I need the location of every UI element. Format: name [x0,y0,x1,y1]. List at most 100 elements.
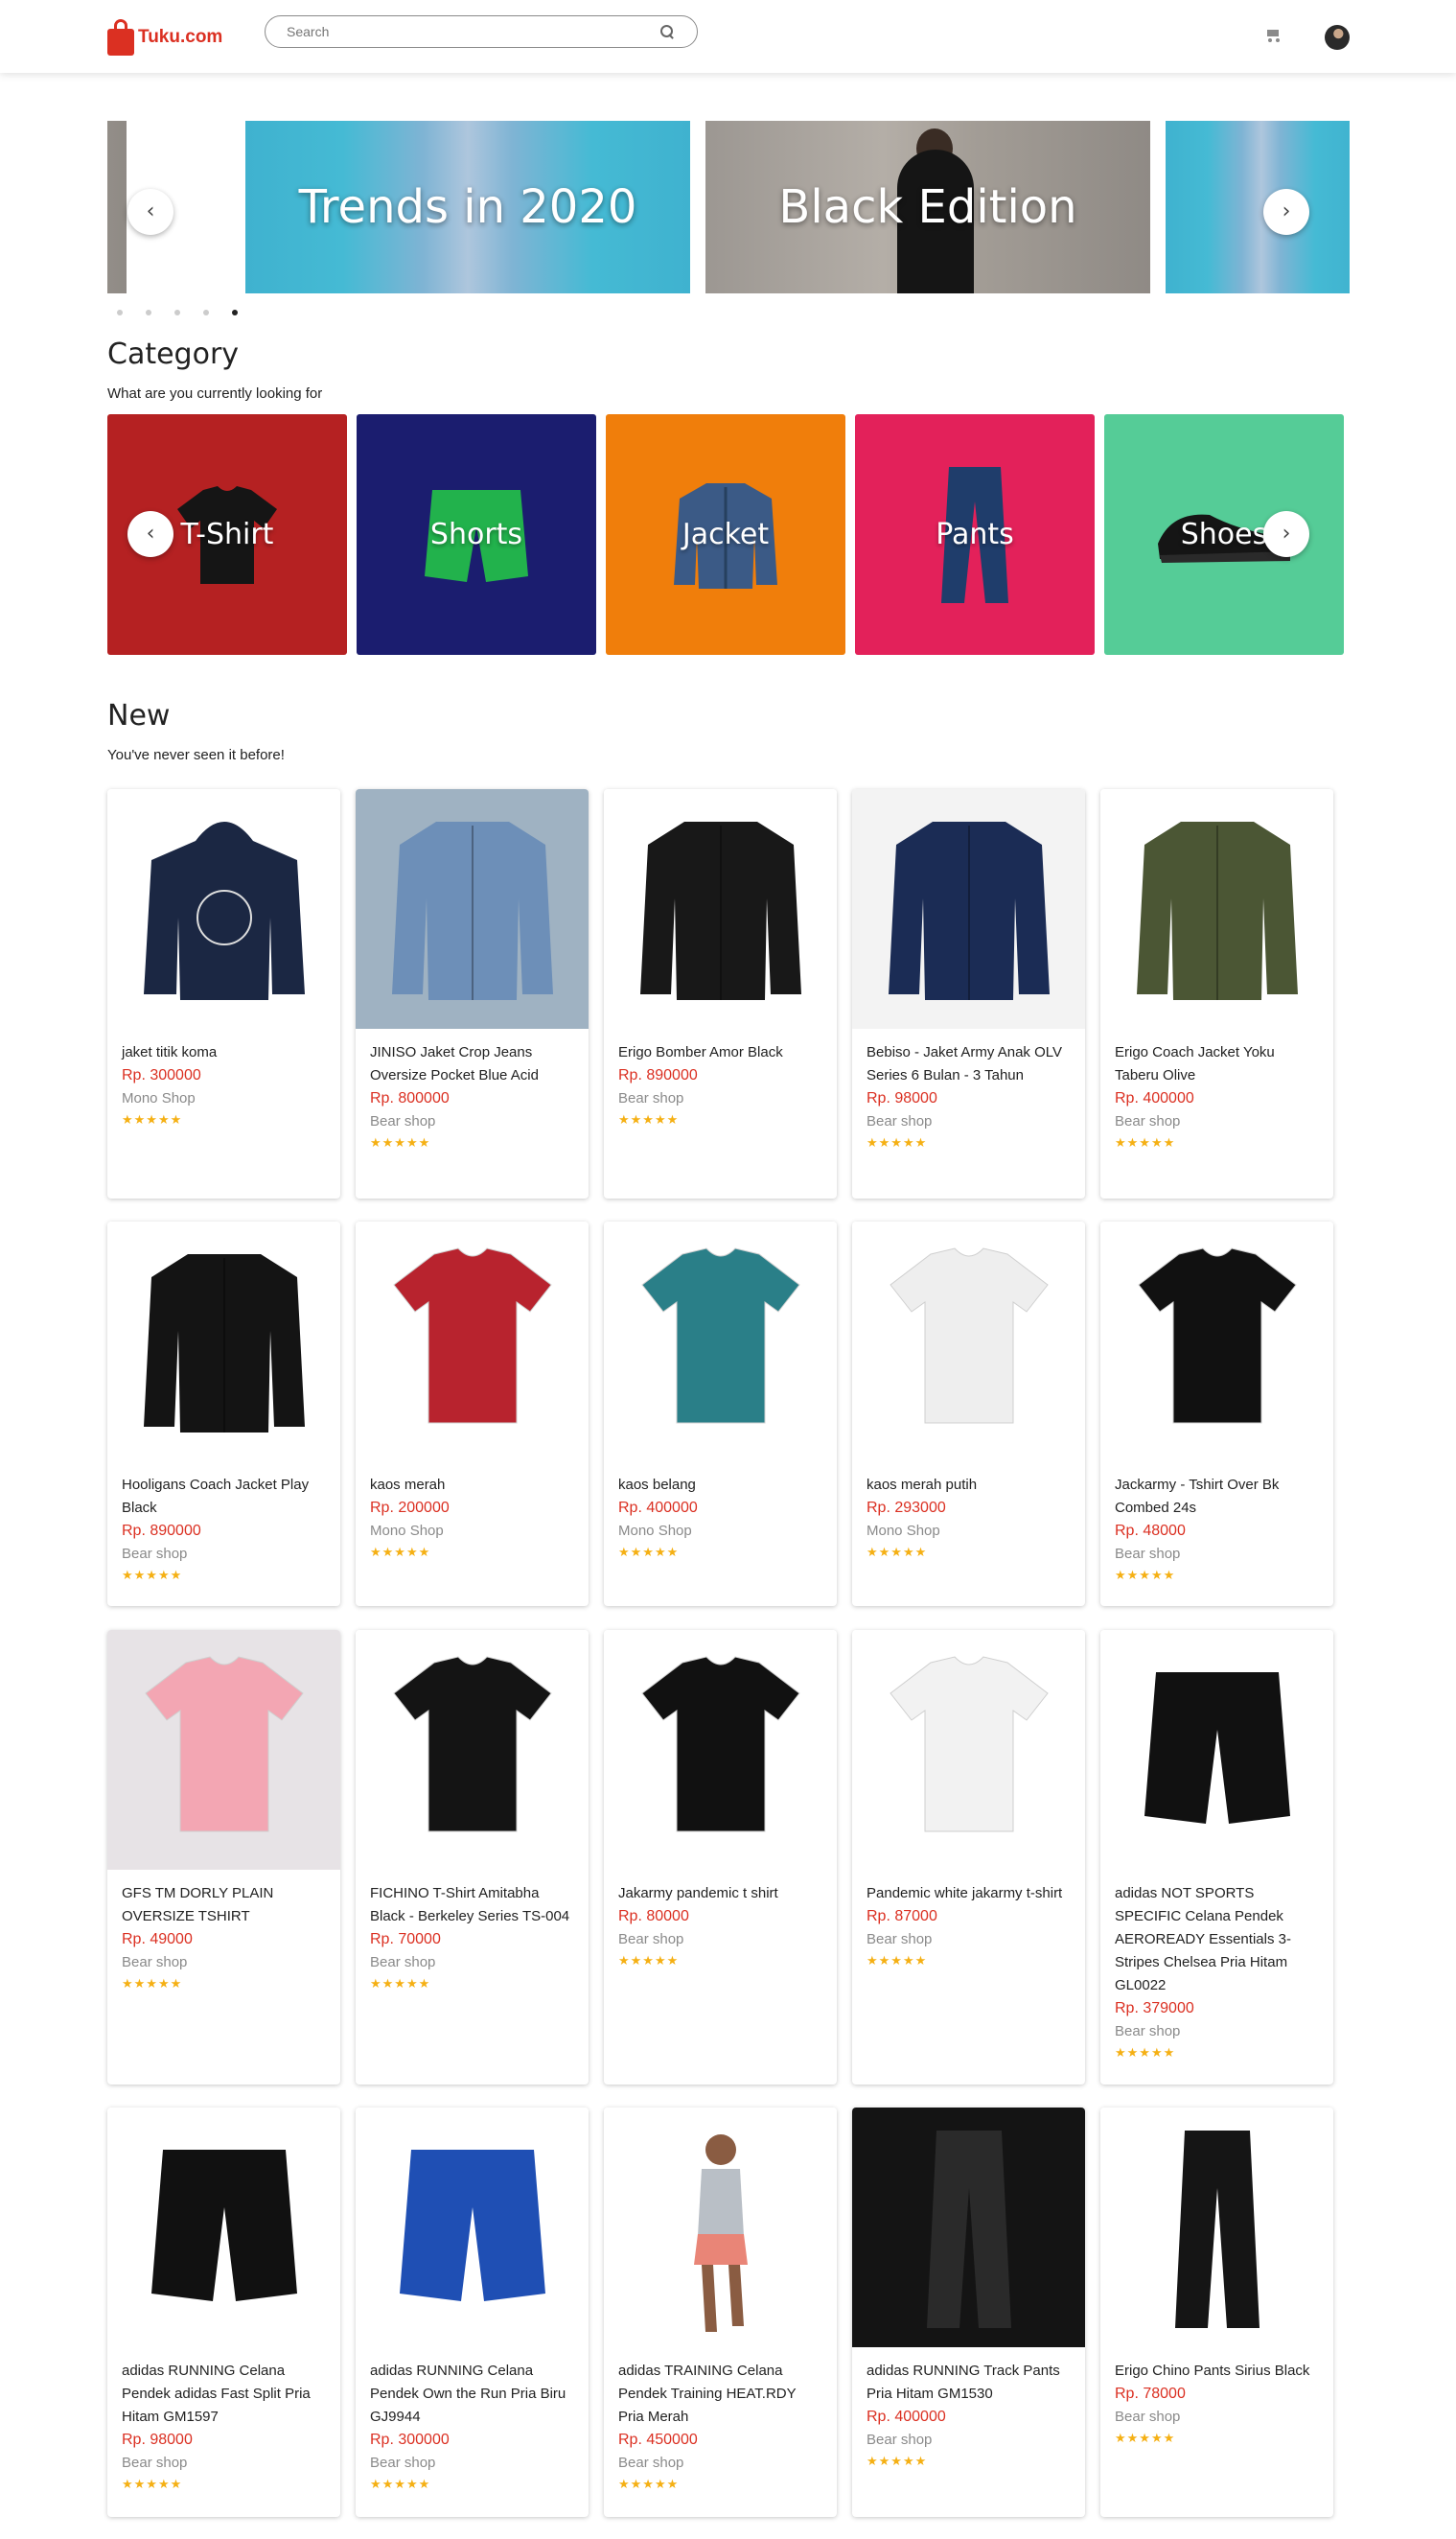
product-image[interactable] [852,1222,1085,1461]
product-card[interactable]: kaos merah putih Rp. 293000 Mono Shop ★★… [852,1222,1085,1606]
category-card-pants[interactable]: Pants [855,414,1095,655]
product-image[interactable] [1100,2108,1333,2347]
product-seller: Bear shop [867,1113,933,1130]
product-price: Rp. 400000 [618,1500,698,1516]
product-name[interactable]: adidas RUNNING Track Pants Pria Hitam GM… [867,2360,1071,2406]
new-title: New [107,699,171,733]
product-seller: Bear shop [867,1931,933,1947]
product-image[interactable] [604,1222,837,1461]
product-image[interactable] [356,789,589,1029]
product-name[interactable]: kaos belang [618,1474,822,1497]
product-image[interactable] [852,1630,1085,1870]
product-name[interactable]: JINISO Jaket Crop Jeans Oversize Pocket … [370,1041,574,1087]
product-card[interactable]: Pandemic white jakarmy t-shirt Rp. 87000… [852,1630,1085,2085]
logo[interactable]: Tuku.com [107,19,222,56]
product-price: Rp. 78000 [1115,2386,1186,2402]
product-seller: Mono Shop [122,1090,196,1106]
product-image[interactable] [1100,1630,1333,1870]
rating-stars-icon: ★★★★★ [867,1545,928,1559]
product-image[interactable] [604,789,837,1029]
product-card[interactable]: Erigo Chino Pants Sirius Black Rp. 78000… [1100,2108,1333,2517]
product-name[interactable]: kaos merah putih [867,1474,1071,1497]
product-card[interactable]: adidas TRAINING Celana Pendek Training H… [604,2108,837,2517]
carousel-next-button[interactable]: › [1263,189,1309,235]
product-name[interactable]: jaket titik koma [122,1041,326,1064]
carousel-dot-active[interactable] [232,310,238,315]
product-card[interactable]: GFS TM DORLY PLAIN OVERSIZE TSHIRT Rp. 4… [107,1630,340,2085]
product-name[interactable]: GFS TM DORLY PLAIN OVERSIZE TSHIRT [122,1882,326,1928]
category-next-button[interactable]: › [1263,511,1309,557]
product-image[interactable] [852,2108,1085,2347]
product-card[interactable]: adidas RUNNING Celana Pendek adidas Fast… [107,2108,340,2517]
product-name[interactable]: adidas RUNNING Celana Pendek Own the Run… [370,2360,574,2429]
carousel-slide-partial[interactable] [107,121,127,293]
product-image[interactable] [356,1222,589,1461]
product-card[interactable]: FICHINO T-Shirt Amitabha Black - Berkele… [356,1630,589,2085]
product-name[interactable]: Hooligans Coach Jacket Play Black [122,1474,326,1520]
product-name[interactable]: FICHINO T-Shirt Amitabha Black - Berkele… [370,1882,574,1928]
product-seller: Mono Shop [618,1523,692,1539]
product-image[interactable] [107,2108,340,2347]
carousel-dot[interactable] [146,310,151,315]
chevron-left-icon: ‹ [146,522,155,546]
carousel-slide[interactable]: Black Edition [705,121,1150,293]
rating-stars-icon: ★★★★★ [370,1976,431,1991]
search-input[interactable] [287,24,659,39]
product-name[interactable]: adidas NOT SPORTS SPECIFIC Celana Pendek… [1115,1882,1319,1997]
product-name[interactable]: Erigo Coach Jacket Yoku Taberu Olive [1115,1041,1319,1087]
product-card[interactable]: kaos belang Rp. 400000 Mono Shop ★★★★★ [604,1222,837,1606]
cart-icon[interactable] [1264,27,1282,42]
product-image[interactable] [107,1222,340,1461]
product-image[interactable] [852,789,1085,1029]
carousel-dot[interactable] [117,310,123,315]
category-prev-button[interactable]: ‹ [127,511,173,557]
product-image[interactable] [1100,789,1333,1029]
logo-text: Tuku.com [138,27,223,47]
product-card[interactable]: JINISO Jaket Crop Jeans Oversize Pocket … [356,789,589,1199]
rating-stars-icon: ★★★★★ [122,1112,183,1127]
product-card[interactable]: adidas NOT SPORTS SPECIFIC Celana Pendek… [1100,1630,1333,2085]
product-image[interactable] [107,789,340,1029]
product-seller: Bear shop [122,1546,188,1562]
product-image[interactable] [1100,1222,1333,1461]
product-image[interactable] [604,1630,837,1870]
carousel-slide[interactable]: Trends in 2020 [245,121,690,293]
product-card[interactable]: Erigo Coach Jacket Yoku Taberu Olive Rp.… [1100,789,1333,1199]
product-image[interactable] [356,1630,589,1870]
product-name[interactable]: Jakarmy pandemic t shirt [618,1882,822,1905]
product-card[interactable]: Bebiso - Jaket Army Anak OLV Series 6 Bu… [852,789,1085,1199]
product-name[interactable]: adidas RUNNING Celana Pendek adidas Fast… [122,2360,326,2429]
product-name[interactable]: adidas TRAINING Celana Pendek Training H… [618,2360,822,2429]
category-label: Pants [936,518,1014,551]
product-image[interactable] [107,1630,340,1870]
search-icon[interactable] [659,23,676,40]
carousel-dot[interactable] [203,310,209,315]
avatar[interactable] [1325,25,1350,50]
category-card-shorts[interactable]: Shorts [357,414,596,655]
product-card[interactable]: Jakarmy pandemic t shirt Rp. 80000 Bear … [604,1630,837,2085]
product-name[interactable]: Pandemic white jakarmy t-shirt [867,1882,1071,1905]
rating-stars-icon: ★★★★★ [1115,1568,1176,1582]
product-name[interactable]: kaos merah [370,1474,574,1497]
product-name[interactable]: Erigo Chino Pants Sirius Black [1115,2360,1319,2383]
product-name[interactable]: Bebiso - Jaket Army Anak OLV Series 6 Bu… [867,1041,1071,1087]
category-card-jacket[interactable]: Jacket [606,414,845,655]
product-card[interactable]: Jackarmy - Tshirt Over Bk Combed 24s Rp.… [1100,1222,1333,1606]
product-name[interactable]: Erigo Bomber Amor Black [618,1041,822,1064]
product-card[interactable]: Hooligans Coach Jacket Play Black Rp. 89… [107,1222,340,1606]
carousel-slide-partial[interactable] [1166,121,1350,293]
rating-stars-icon: ★★★★★ [867,1953,928,1968]
product-image[interactable] [604,2108,837,2347]
product-card[interactable]: adidas RUNNING Celana Pendek Own the Run… [356,2108,589,2517]
product-card[interactable]: adidas RUNNING Track Pants Pria Hitam GM… [852,2108,1085,2517]
product-name[interactable]: Jackarmy - Tshirt Over Bk Combed 24s [1115,1474,1319,1520]
carousel-dot[interactable] [174,310,180,315]
rating-stars-icon: ★★★★★ [122,2477,183,2491]
product-image[interactable] [356,2108,589,2347]
product-card[interactable]: jaket titik koma Rp. 300000 Mono Shop ★★… [107,789,340,1199]
product-card[interactable]: kaos merah Rp. 200000 Mono Shop ★★★★★ [356,1222,589,1606]
product-card[interactable]: Erigo Bomber Amor Black Rp. 890000 Bear … [604,789,837,1199]
carousel-prev-button[interactable]: ‹ [127,189,173,235]
product-price: Rp. 890000 [122,1523,201,1539]
product-price: Rp. 80000 [618,1908,689,1924]
